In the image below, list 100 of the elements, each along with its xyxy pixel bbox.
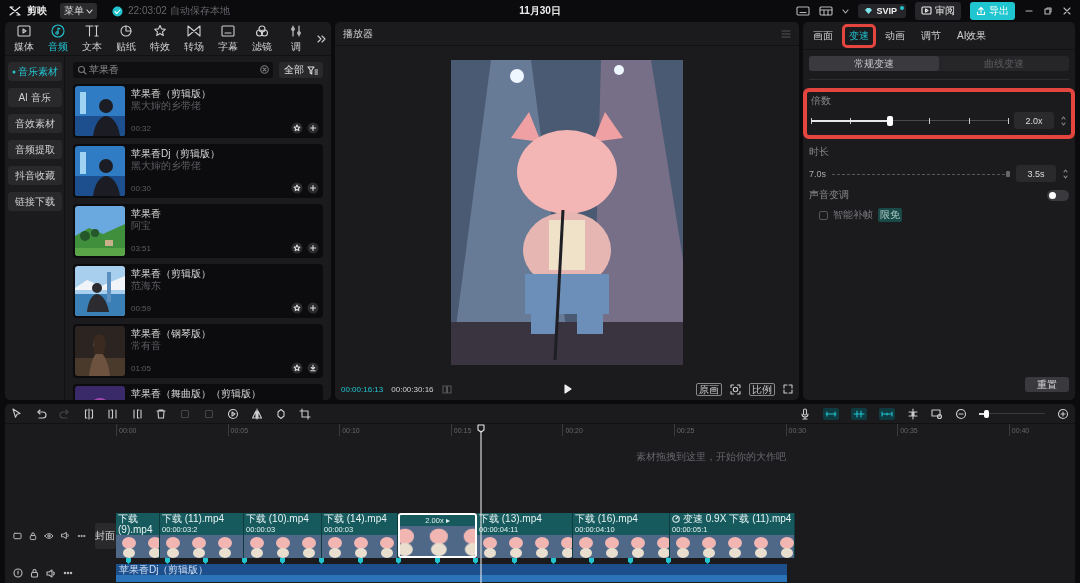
clear-icon[interactable] xyxy=(260,65,269,74)
value-field[interactable]: 2.0x xyxy=(1014,112,1054,129)
play-circle-icon[interactable] xyxy=(227,407,239,420)
star-icon[interactable] xyxy=(291,122,303,134)
duration-slider[interactable] xyxy=(832,169,1010,178)
preview-icon[interactable] xyxy=(931,407,943,420)
music-card[interactable]: 苹果香（剪辑版） 范海东 00:59 xyxy=(73,264,323,318)
category-item[interactable]: 音效素材 xyxy=(7,114,62,133)
music-card[interactable]: 苹果香（剪辑版） 黑大婶的乡带佬 00:32 xyxy=(73,84,323,138)
plus-icon[interactable] xyxy=(307,302,319,314)
link-icon[interactable] xyxy=(879,407,895,420)
tab[interactable]: 调 xyxy=(279,23,313,54)
caption-icon xyxy=(220,23,236,38)
mode-tab[interactable]: 常规变速 xyxy=(809,56,939,71)
split-icon[interactable] xyxy=(131,407,143,420)
tab[interactable]: AI效果 xyxy=(954,27,990,44)
star-icon[interactable] xyxy=(291,302,303,314)
slider-thumb[interactable] xyxy=(886,115,893,126)
split-icon[interactable] xyxy=(83,407,95,420)
toggle-switch[interactable] xyxy=(1047,189,1069,201)
layout-icon[interactable] xyxy=(796,6,811,16)
tab[interactable]: 贴纸 xyxy=(109,23,143,54)
restore-icon[interactable] xyxy=(1043,6,1053,16)
star-icon[interactable] xyxy=(291,362,303,374)
tab[interactable]: 转场 xyxy=(177,23,211,54)
marker-icon xyxy=(126,558,131,564)
mirror-icon[interactable] xyxy=(251,407,263,420)
clip-name: 下载 (16).mp4 xyxy=(575,513,638,524)
slider-thumb[interactable] xyxy=(983,409,989,418)
search-field[interactable]: 苹果香 xyxy=(73,62,273,78)
mic-icon[interactable] xyxy=(799,407,811,420)
tab[interactable]: 字幕 xyxy=(211,23,245,54)
more-icon[interactable] xyxy=(76,533,86,538)
tab[interactable]: 文本 xyxy=(75,23,109,54)
star-icon[interactable] xyxy=(291,242,303,254)
bowtie-icon xyxy=(186,23,202,38)
link-icon[interactable] xyxy=(823,407,839,420)
plus-icon[interactable] xyxy=(307,122,319,134)
undo-icon[interactable] xyxy=(35,407,47,420)
track-title: 苹果香 xyxy=(131,208,161,220)
category-item[interactable]: 音频提取 xyxy=(7,140,62,159)
focus-icon[interactable] xyxy=(730,383,741,395)
tab[interactable]: 滤镜 xyxy=(245,23,279,54)
play-icon[interactable] xyxy=(562,384,572,394)
cursor-icon[interactable] xyxy=(11,407,23,420)
music-card[interactable]: 苹果香（舞曲版）（剪辑版） xyxy=(73,384,323,400)
lock-icon[interactable] xyxy=(28,530,37,541)
menu-button[interactable]: 菜单 xyxy=(60,3,97,19)
delete-icon[interactable] xyxy=(155,407,167,420)
plus-icon[interactable] xyxy=(307,182,319,194)
more-icon[interactable] xyxy=(63,571,73,575)
bracket-split-icon[interactable] xyxy=(907,407,919,420)
panels-icon[interactable] xyxy=(819,6,834,16)
quality-button[interactable]: 原画 xyxy=(696,382,722,396)
tab[interactable]: 特效 xyxy=(143,23,177,54)
cover-button[interactable]: 封面 xyxy=(94,522,116,549)
filter-button[interactable]: 全部 xyxy=(279,62,323,78)
tab[interactable]: 媒体 xyxy=(7,23,41,54)
ratio-button[interactable]: 比例 xyxy=(749,382,775,396)
stepper-icon[interactable] xyxy=(1062,166,1069,181)
music-circle-icon[interactable] xyxy=(13,568,23,578)
plus-icon[interactable] xyxy=(307,242,319,254)
reset-button[interactable]: 重置 xyxy=(1025,377,1069,392)
screen-icon[interactable] xyxy=(13,531,22,540)
lock-icon[interactable] xyxy=(30,568,39,578)
category-item[interactable]: 音乐素材 xyxy=(7,62,62,81)
slider-thumb[interactable] xyxy=(1006,170,1010,177)
clip-name: 下载 (11).mp4 xyxy=(729,513,792,524)
crop-icon[interactable] xyxy=(299,407,311,420)
music-card[interactable]: 苹果香（钢琴版） 常有音 01:05 xyxy=(73,324,323,378)
link-icon[interactable] xyxy=(851,407,867,420)
tab[interactable]: 变速 xyxy=(846,27,872,44)
audio-clip[interactable]: 苹果香Dj（剪辑版） xyxy=(116,564,787,582)
close-icon[interactable] xyxy=(1062,6,1072,16)
speaker-icon[interactable] xyxy=(46,568,56,578)
category-item[interactable]: AI 音乐 xyxy=(7,88,62,107)
tab[interactable]: 画面 xyxy=(810,27,836,44)
music-card[interactable]: 苹果香Dj（剪辑版） 黑大婶的乡带佬 00:30 xyxy=(73,144,323,198)
tab[interactable]: 动画 xyxy=(882,27,908,44)
fullscreen-icon[interactable] xyxy=(783,384,793,394)
stepper-icon[interactable] xyxy=(1060,113,1067,128)
category-item[interactable]: 链接下载 xyxy=(7,192,62,211)
svip-button[interactable]: SVIP xyxy=(858,4,906,18)
clip-name: 下载 (11).mp4 xyxy=(162,513,225,524)
upload-icon xyxy=(976,6,986,16)
star-icon[interactable] xyxy=(291,182,303,194)
eye-icon[interactable] xyxy=(43,531,54,540)
caret-icon[interactable] xyxy=(842,8,850,14)
tab[interactable]: 音频 xyxy=(41,23,75,54)
tab[interactable]: 调节 xyxy=(918,27,944,44)
zoom-out-icon[interactable] xyxy=(955,407,967,420)
music-card[interactable]: 苹果香 阿宝 03:51 xyxy=(73,204,323,258)
value-field[interactable]: 3.5s xyxy=(1016,165,1056,182)
speaker-icon[interactable] xyxy=(60,531,70,540)
review-button[interactable]: 审阅 xyxy=(915,2,961,20)
download-icon[interactable] xyxy=(307,362,319,374)
split-icon[interactable] xyxy=(107,407,119,420)
text-icon xyxy=(84,23,100,38)
category-item[interactable]: 抖音收藏 xyxy=(7,166,62,185)
zoom-in-icon[interactable] xyxy=(1057,407,1069,420)
